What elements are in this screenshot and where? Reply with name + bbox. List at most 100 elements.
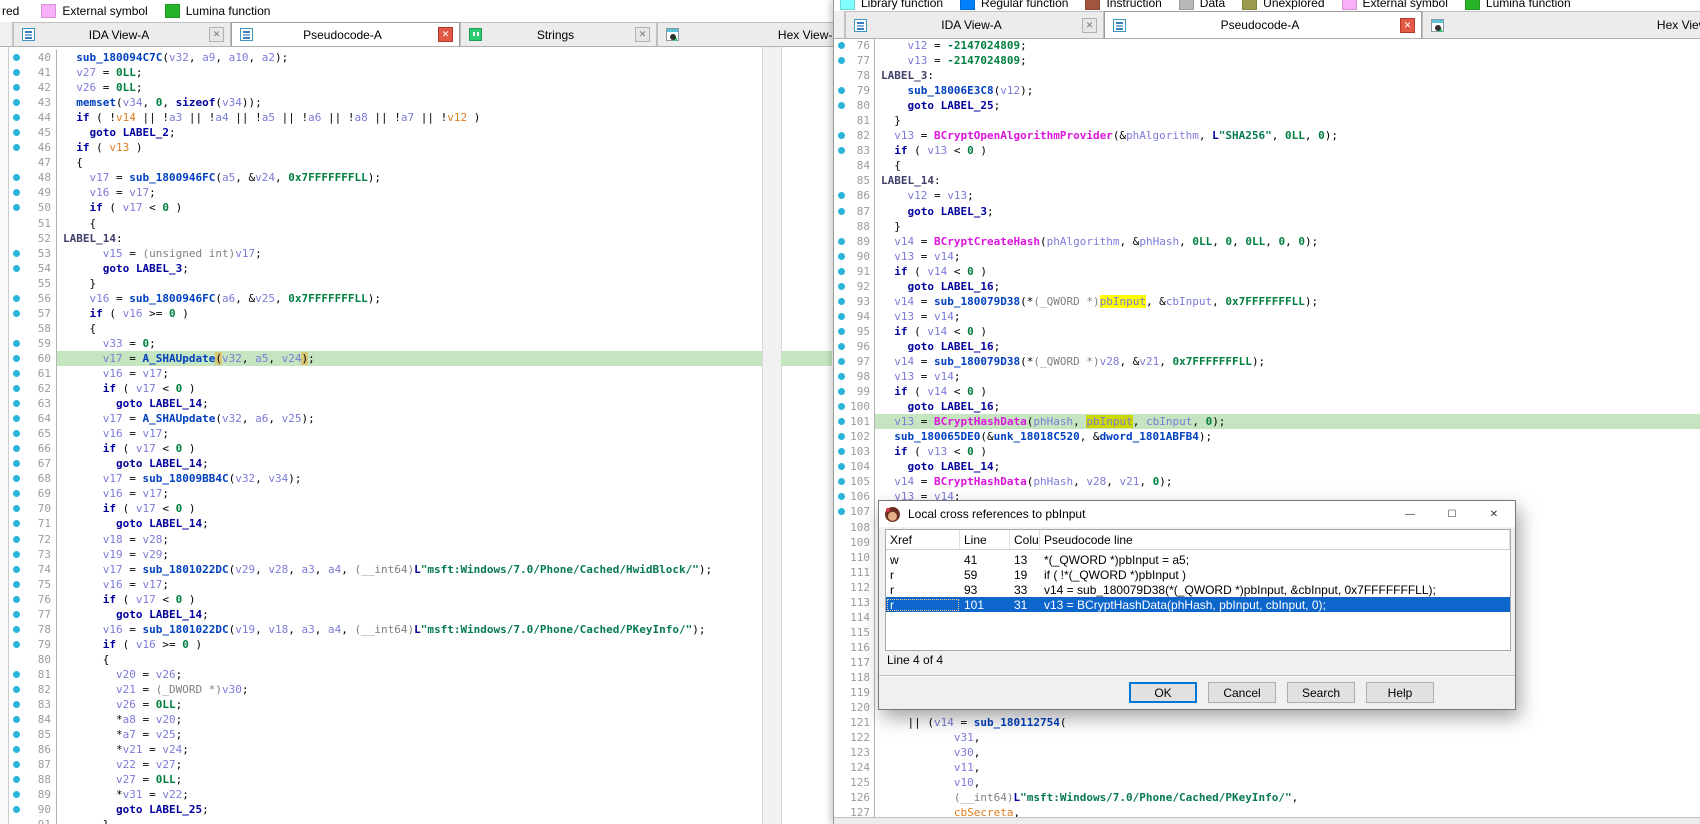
code-line-93[interactable]: 93 v14 = sub_180079D38(*(_QWORD *)pbInpu… — [835, 294, 1700, 309]
code-line-80[interactable]: 80 { — [8, 652, 762, 667]
tab-ida-view-a[interactable]: IDA View-A✕ — [13, 22, 231, 46]
tab-close-icon[interactable]: ✕ — [1082, 18, 1097, 33]
dialog-title-bar[interactable]: Local cross references to pbInput —☐✕ — [879, 501, 1515, 527]
tab-ida-view-a[interactable]: IDA View-A✕ — [845, 11, 1104, 38]
code-line-80[interactable]: 80 goto LABEL_25; — [835, 98, 1700, 113]
code-line-83[interactable]: 83 if ( v13 < 0 ) — [835, 143, 1700, 158]
code-line-95[interactable]: 95 if ( v14 < 0 ) — [835, 324, 1700, 339]
code-line-63[interactable]: 63 goto LABEL_14; — [8, 396, 762, 411]
code-line-88[interactable]: 88 } — [835, 219, 1700, 234]
code-line-89[interactable]: 89 v14 = BCryptCreateHash(phAlgorithm, &… — [835, 234, 1700, 249]
code-line-77[interactable]: 77 v13 = -2147024809; — [835, 53, 1700, 68]
tab-close-icon[interactable]: ✕ — [1400, 18, 1415, 33]
code-line-43[interactable]: 43 memset(v34, 0, sizeof(v34)); — [8, 95, 762, 110]
code-line-91[interactable]: 91 } — [8, 817, 762, 824]
column-header[interactable]: Pseudocode line — [1040, 530, 1510, 549]
tab-close-icon[interactable]: ✕ — [209, 27, 224, 42]
code-line-86[interactable]: 86 v12 = v13; — [835, 188, 1700, 203]
minimize-icon[interactable]: — — [1389, 501, 1431, 527]
code-line-126[interactable]: 126 (__int64)L"msft:Windows/7.0/Phone/Ca… — [835, 790, 1700, 805]
code-line-86[interactable]: 86 *v21 = v24; — [8, 742, 762, 757]
code-line-44[interactable]: 44 if ( !v14 || !a3 || !a4 || !a5 || !a6… — [8, 110, 762, 125]
code-line-67[interactable]: 67 goto LABEL_14; — [8, 456, 762, 471]
code-line-92[interactable]: 92 goto LABEL_16; — [835, 279, 1700, 294]
code-line-85[interactable]: 85 *a7 = v25; — [8, 727, 762, 742]
code-line-122[interactable]: 122 v31, — [835, 730, 1700, 745]
tab-pseudocode-a[interactable]: Pseudocode-A✕ — [231, 22, 460, 46]
code-line-82[interactable]: 82 v13 = BCryptOpenAlgorithmProvider(&ph… — [835, 128, 1700, 143]
code-line-78[interactable]: 78 v16 = sub_1801022DC(v19, v18, a3, a4,… — [8, 622, 762, 637]
tab-close-icon[interactable]: ✕ — [635, 27, 650, 42]
code-line-66[interactable]: 66 if ( v17 < 0 ) — [8, 441, 762, 456]
code-line-99[interactable]: 99 if ( v14 < 0 ) — [835, 384, 1700, 399]
tab-pseudocode-a[interactable]: Pseudocode-A✕ — [1104, 11, 1422, 38]
tab-strings[interactable]: Strings✕ — [460, 22, 657, 46]
code-line-69[interactable]: 69 v16 = v17; — [8, 486, 762, 501]
close-icon[interactable]: ✕ — [1473, 501, 1515, 527]
code-line-87[interactable]: 87 goto LABEL_3; — [835, 204, 1700, 219]
code-line-79[interactable]: 79 sub_18006E3C8(v12); — [835, 83, 1700, 98]
ok-button[interactable]: OK — [1129, 682, 1197, 703]
code-line-57[interactable]: 57 if ( v16 >= 0 ) — [8, 306, 762, 321]
code-line-52[interactable]: 52LABEL_14: — [8, 231, 762, 246]
code-line-47[interactable]: 47 { — [8, 155, 762, 170]
code-line-87[interactable]: 87 v22 = v27; — [8, 757, 762, 772]
code-line-42[interactable]: 42 v26 = 0LL; — [8, 80, 762, 95]
code-line-53[interactable]: 53 v15 = (unsigned int)v17; — [8, 246, 762, 261]
code-line-46[interactable]: 46 if ( v13 ) — [8, 140, 762, 155]
code-line-82[interactable]: 82 v21 = (_DWORD *)v30; — [8, 682, 762, 697]
code-line-70[interactable]: 70 if ( v17 < 0 ) — [8, 501, 762, 516]
code-line-77[interactable]: 77 goto LABEL_14; — [8, 607, 762, 622]
help-button[interactable]: Help — [1366, 682, 1434, 703]
code-line-40[interactable]: 40 sub_180094C7C(v32, a9, a10, a2); — [8, 50, 762, 65]
code-line-73[interactable]: 73 v19 = v29; — [8, 547, 762, 562]
code-line-72[interactable]: 72 v18 = v28; — [8, 532, 762, 547]
column-header[interactable]: Line — [960, 530, 1010, 549]
code-line-97[interactable]: 97 v14 = sub_180079D38(*(_QWORD *)v28, &… — [835, 354, 1700, 369]
column-header[interactable]: Xref — [886, 530, 960, 549]
xref-row[interactable]: r9333v14 = sub_180079D38(*(_QWORD *)pbIn… — [886, 582, 1510, 597]
search-button[interactable]: Search — [1287, 682, 1355, 703]
code-line-96[interactable]: 96 goto LABEL_16; — [835, 339, 1700, 354]
code-line-90[interactable]: 90 v13 = v14; — [835, 249, 1700, 264]
code-line-83[interactable]: 83 v26 = 0LL; — [8, 697, 762, 712]
code-line-84[interactable]: 84 { — [835, 158, 1700, 173]
code-line-74[interactable]: 74 v17 = sub_1801022DC(v29, v28, a3, a4,… — [8, 562, 762, 577]
code-line-59[interactable]: 59 v33 = 0; — [8, 336, 762, 351]
code-line-105[interactable]: 105 v14 = BCryptHashData(phHash, v28, v2… — [835, 474, 1700, 489]
code-line-94[interactable]: 94 v13 = v14; — [835, 309, 1700, 324]
code-line-45[interactable]: 45 goto LABEL_2; — [8, 125, 762, 140]
code-line-100[interactable]: 100 goto LABEL_16; — [835, 399, 1700, 414]
code-line-49[interactable]: 49 v16 = v17; — [8, 185, 762, 200]
code-line-89[interactable]: 89 *v31 = v22; — [8, 787, 762, 802]
tab-hex-view-1[interactable]: Hex View-1 — [1422, 11, 1700, 38]
left-vertical-scrollbar[interactable] — [762, 47, 782, 824]
code-line-60[interactable]: 60 v17 = A_SHAUpdate(v32, a5, v24); — [8, 351, 762, 366]
code-line-91[interactable]: 91 if ( v14 < 0 ) — [835, 264, 1700, 279]
code-line-41[interactable]: 41 v27 = 0LL; — [8, 65, 762, 80]
code-line-58[interactable]: 58 { — [8, 321, 762, 336]
code-line-48[interactable]: 48 v17 = sub_1800946FC(a5, &v24, 0x7FFFF… — [8, 170, 762, 185]
code-line-121[interactable]: 121 || (v14 = sub_180112754( — [835, 715, 1700, 730]
code-line-68[interactable]: 68 v17 = sub_18009BB4C(v32, v34); — [8, 471, 762, 486]
code-line-61[interactable]: 61 v16 = v17; — [8, 366, 762, 381]
tab-hex-view-1[interactable]: Hex View-1 — [657, 22, 833, 46]
code-line-101[interactable]: 101 v13 = BCryptHashData(phHash, pbInput… — [835, 414, 1700, 429]
code-line-103[interactable]: 103 if ( v13 < 0 ) — [835, 444, 1700, 459]
cancel-button[interactable]: Cancel — [1208, 682, 1276, 703]
code-line-54[interactable]: 54 goto LABEL_3; — [8, 261, 762, 276]
code-line-81[interactable]: 81 v20 = v26; — [8, 667, 762, 682]
code-line-71[interactable]: 71 goto LABEL_14; — [8, 516, 762, 531]
tab-close-icon[interactable]: ✕ — [438, 27, 453, 42]
code-line-65[interactable]: 65 v16 = v17; — [8, 426, 762, 441]
code-line-104[interactable]: 104 goto LABEL_14; — [835, 459, 1700, 474]
code-line-51[interactable]: 51 { — [8, 216, 762, 231]
code-line-50[interactable]: 50 if ( v17 < 0 ) — [8, 200, 762, 215]
code-line-55[interactable]: 55 } — [8, 276, 762, 291]
xref-row[interactable]: r10131v13 = BCryptHashData(phHash, pbInp… — [886, 597, 1510, 612]
code-line-84[interactable]: 84 *a8 = v20; — [8, 712, 762, 727]
code-line-88[interactable]: 88 v27 = 0LL; — [8, 772, 762, 787]
code-line-64[interactable]: 64 v17 = A_SHAUpdate(v32, a6, v25); — [8, 411, 762, 426]
code-line-75[interactable]: 75 v16 = v17; — [8, 577, 762, 592]
code-line-102[interactable]: 102 sub_180065DE0(&unk_18018C520, &dword… — [835, 429, 1700, 444]
